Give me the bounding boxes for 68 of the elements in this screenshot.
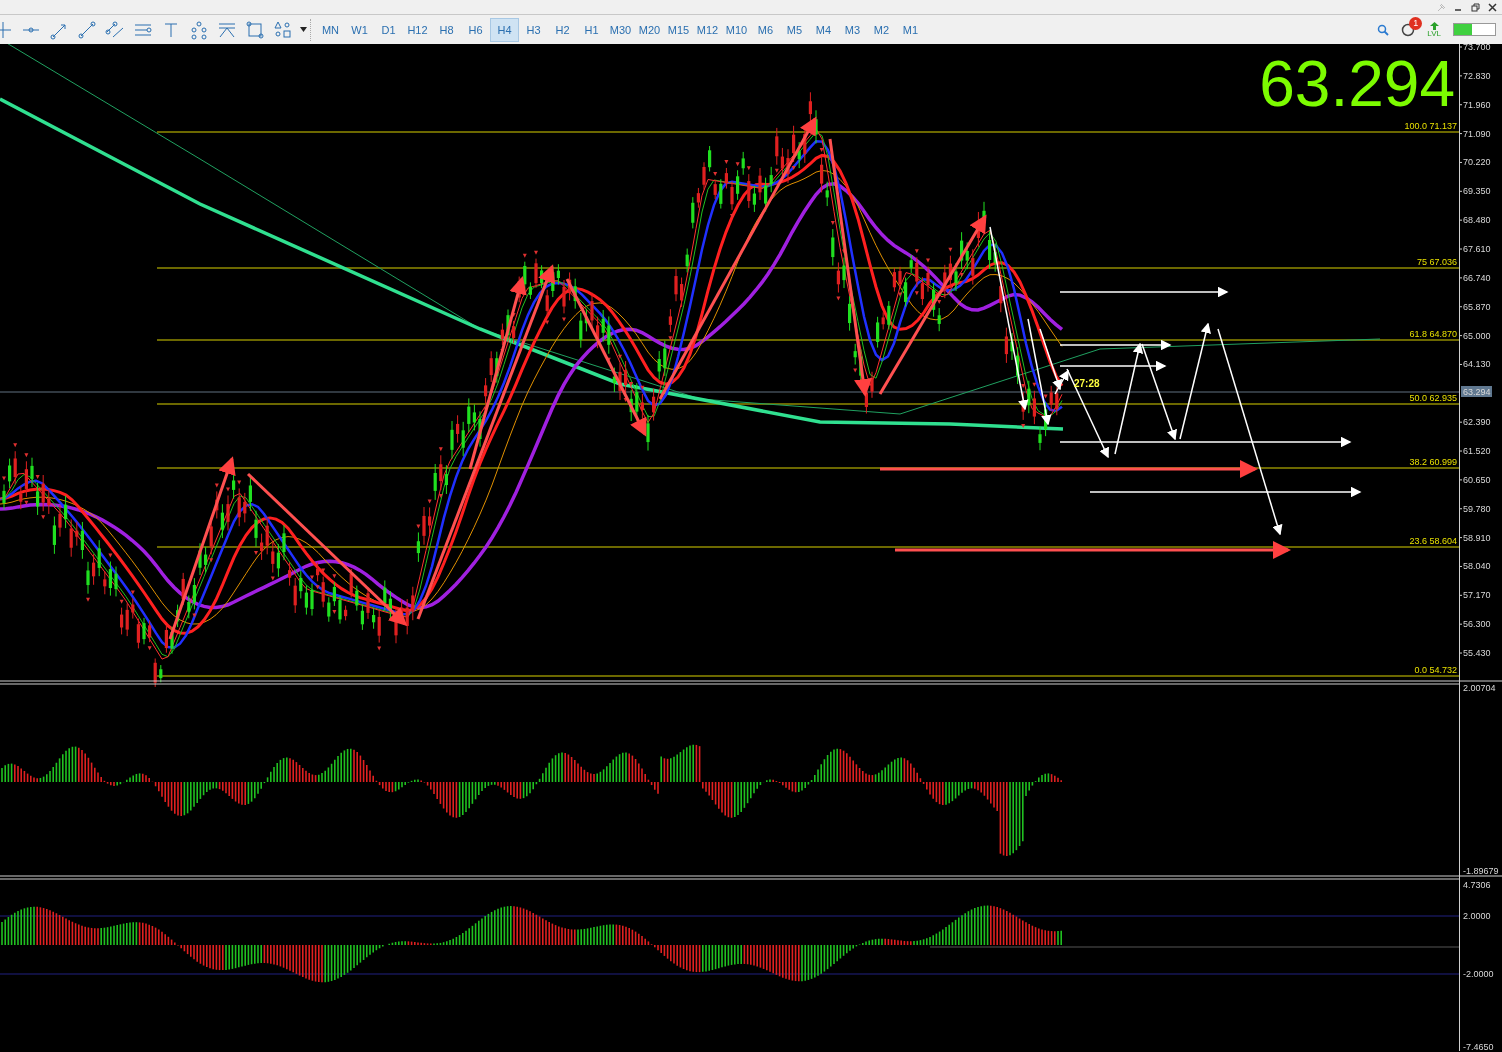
fib-level-label: 38.2 60.999 bbox=[1409, 457, 1457, 467]
fib-level-label: 100.0 71.137 bbox=[1404, 121, 1457, 131]
timeframe-tab[interactable]: M15 bbox=[664, 17, 693, 42]
fib-level-label: 75 67.036 bbox=[1416, 257, 1457, 267]
timeframe-tab[interactable]: H2 bbox=[548, 17, 577, 42]
timeframe-tab[interactable]: H12 bbox=[403, 17, 432, 42]
trend-line-icon[interactable] bbox=[76, 18, 98, 41]
timeframe-tab[interactable]: H1 bbox=[577, 17, 606, 42]
indicator-axis-label: -1.89679 bbox=[1463, 866, 1499, 876]
price-axis-label: 57.170 bbox=[1463, 590, 1491, 601]
search-icon[interactable] bbox=[1377, 23, 1390, 36]
timeframe-tab[interactable]: MN bbox=[316, 17, 345, 42]
timeframe-tab[interactable]: D1 bbox=[374, 17, 403, 42]
price-axis-label: 71.090 bbox=[1463, 128, 1491, 139]
indicator-axis-label: 2.0000 bbox=[1463, 911, 1491, 921]
timeframe-tab[interactable]: M6 bbox=[751, 17, 780, 42]
price-axis-label: 69.350 bbox=[1463, 186, 1491, 197]
pattern-icon[interactable] bbox=[188, 18, 210, 41]
big-price: 63.294 bbox=[1259, 48, 1455, 120]
timeframe-tab[interactable]: M12 bbox=[693, 17, 722, 42]
timeframe-tab[interactable]: H3 bbox=[519, 17, 548, 42]
timeframe-tab[interactable]: M3 bbox=[838, 17, 867, 42]
restore-icon[interactable] bbox=[1470, 1, 1481, 13]
price-axis-label: 73.700 bbox=[1463, 44, 1491, 52]
price-axis-label: 58.910 bbox=[1463, 532, 1491, 543]
price-axis-label: 68.480 bbox=[1463, 215, 1491, 226]
timeframe-tab[interactable]: M10 bbox=[722, 17, 751, 42]
timeframe-tab[interactable]: H4 bbox=[490, 17, 519, 42]
price-axis-label: 65.870 bbox=[1463, 301, 1491, 312]
timeframe-tab[interactable]: M20 bbox=[635, 17, 664, 42]
indicator-axis-label: 2.00704 bbox=[1463, 683, 1496, 693]
fib-level-label: 0.0 54.732 bbox=[1414, 665, 1457, 675]
indicator-axis-label: -2.0000 bbox=[1463, 969, 1494, 979]
indicator-axis-label: -7.4650 bbox=[1463, 1042, 1494, 1051]
price-axis-label: 66.740 bbox=[1463, 272, 1491, 283]
price-axis-label: 55.430 bbox=[1463, 648, 1491, 659]
caret-icon[interactable] bbox=[300, 27, 307, 32]
countdown: 27:28 bbox=[1074, 378, 1100, 389]
current-price-tag: 63.294 bbox=[1461, 386, 1492, 397]
price-axis-label: 64.130 bbox=[1463, 359, 1491, 370]
timeframe-tab[interactable]: H8 bbox=[432, 17, 461, 42]
fib-level-label: 23.6 58.604 bbox=[1409, 536, 1457, 546]
price-axis-label: 59.780 bbox=[1463, 503, 1491, 514]
timeframe-tab[interactable]: M1 bbox=[896, 17, 925, 42]
timeframe-tab[interactable]: M2 bbox=[867, 17, 896, 42]
timeframe-tab[interactable]: M5 bbox=[780, 17, 809, 42]
close-icon[interactable] bbox=[1487, 1, 1498, 13]
timeframe-tab[interactable]: H6 bbox=[461, 17, 490, 42]
level-up-button[interactable]: LVL bbox=[1427, 21, 1441, 38]
fib-level-label: 61.8 64.870 bbox=[1409, 329, 1457, 339]
price-axis-label: 71.960 bbox=[1463, 99, 1491, 110]
timeframe-tab[interactable]: W1 bbox=[345, 17, 374, 42]
price-axis-label: 67.610 bbox=[1463, 244, 1491, 254]
arrow-up-icon bbox=[1429, 21, 1439, 30]
notification-badge: 1 bbox=[1409, 16, 1423, 30]
price-axis-label: 70.220 bbox=[1463, 157, 1491, 168]
fib-level-label: 50.0 62.935 bbox=[1409, 393, 1457, 403]
price-axis-label: 62.390 bbox=[1463, 417, 1491, 428]
timeframe-tab[interactable]: M4 bbox=[809, 17, 838, 42]
price-axis-label: 56.300 bbox=[1463, 619, 1491, 630]
indicator-axis-label: 4.7306 bbox=[1463, 880, 1491, 890]
price-axis-label: 61.520 bbox=[1463, 446, 1491, 457]
price-axis-label: 58.040 bbox=[1463, 561, 1491, 572]
price-axis-label: 60.650 bbox=[1463, 474, 1491, 485]
price-axis-label: 72.830 bbox=[1463, 70, 1491, 81]
price-axis-label: 65.000 bbox=[1463, 330, 1491, 341]
timeframe-tab[interactable]: M30 bbox=[606, 17, 635, 42]
chat-icon[interactable] bbox=[1401, 22, 1416, 37]
